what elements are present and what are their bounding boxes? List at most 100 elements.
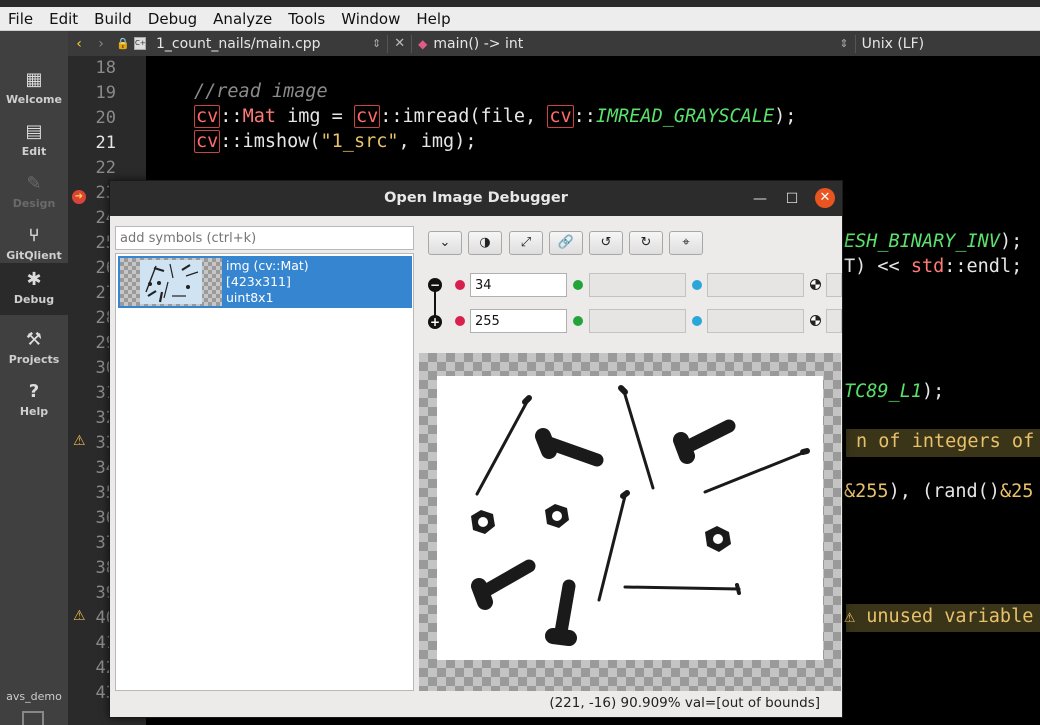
min-green-input[interactable] — [589, 273, 686, 297]
code-line-20: cv::Mat img = cv::imread(file, cv::IMREA… — [194, 105, 797, 128]
min-alpha-input[interactable] — [826, 273, 842, 297]
rotate-left-button[interactable]: ↺ — [589, 231, 623, 255]
code-token: ); — [921, 381, 945, 402]
pencil-icon: ✎ — [26, 173, 42, 194]
mode-debug[interactable]: ✱ Debug — [0, 263, 68, 315]
thumbnail-image — [140, 260, 202, 304]
mode-design[interactable]: ✎ Design — [0, 167, 68, 219]
min-blue-input[interactable] — [707, 273, 804, 297]
max-alpha-input[interactable] — [826, 309, 842, 333]
link-button[interactable]: 🔗 — [549, 231, 583, 255]
mode-projects[interactable]: ⚒ Projects — [0, 323, 68, 375]
mode-sidebar: ▦ Welcome ▤ Edit ✎ Design ⑂ GitQlient ✱ … — [0, 31, 68, 725]
symbol-list-item[interactable]: img (cv::Mat) [423x311] uint8x1 — [118, 256, 412, 308]
cpp-file-icon: C++ — [134, 37, 152, 50]
project-selector-label[interactable]: avs_demo — [0, 690, 68, 703]
code-token: "1_src" — [320, 131, 399, 152]
code-line-25-tail: ESH_BINARY_INV); — [844, 231, 1022, 252]
mode-welcome-label: Welcome — [6, 93, 62, 106]
toolbar-divider — [411, 34, 413, 53]
menu-file[interactable]: File — [0, 10, 41, 28]
increase-contrast-icon[interactable]: + — [428, 315, 442, 329]
minimize-icon[interactable]: — — [750, 189, 770, 209]
dialog-title: Open Image Debugger — [110, 181, 842, 216]
file-switch-icon[interactable]: ⇕ — [372, 37, 381, 50]
line-number: 20 — [95, 108, 116, 128]
go-forward-icon[interactable]: › — [90, 36, 112, 52]
max-blue-input[interactable] — [707, 309, 804, 333]
close-icon[interactable]: ✕ — [815, 188, 835, 208]
lock-icon: 🔒 — [116, 37, 130, 50]
code-token: , img); — [398, 131, 477, 152]
symbol-list[interactable]: img (cv::Mat) [423x311] uint8x1 — [115, 253, 414, 691]
symbol-thumbnail — [120, 258, 222, 306]
menu-edit[interactable]: Edit — [41, 10, 86, 28]
mode-help-label: Help — [19, 405, 49, 418]
document-icon: ▤ — [25, 121, 43, 142]
collapse-button[interactable]: ⌄ — [428, 231, 462, 255]
mode-gitqlient-label: GitQlient — [6, 249, 62, 262]
red-channel-icon — [455, 280, 465, 290]
rotate-right-button[interactable]: ↻ — [629, 231, 663, 255]
toolbar-divider — [387, 34, 389, 53]
code-token: &25 — [999, 481, 1034, 502]
add-symbols-input[interactable] — [115, 226, 414, 250]
symbol-name: img (cv::Mat) — [226, 258, 309, 273]
menu-window[interactable]: Window — [333, 10, 408, 28]
grid-icon: ▦ — [25, 69, 43, 90]
code-token: cv — [194, 130, 221, 153]
mode-edit[interactable]: ▤ Edit — [0, 115, 68, 167]
line-number: 22 — [95, 158, 116, 178]
line-number: 19 — [95, 83, 116, 103]
image-canvas[interactable] — [419, 353, 841, 691]
code-token: cv — [194, 105, 221, 128]
code-token: IMREAD_GRAYSCALE — [595, 106, 775, 127]
fit-button[interactable]: ⤢ — [509, 231, 543, 255]
code-token: ); — [774, 106, 797, 127]
go-back-icon[interactable]: ‹ — [68, 36, 90, 52]
line-ending-selector[interactable]: Unix (LF) — [862, 36, 925, 52]
current-function[interactable]: main() -> int — [433, 36, 833, 52]
question-icon: ? — [28, 381, 40, 402]
maximize-icon[interactable]: ☐ — [782, 189, 802, 209]
monitor-icon[interactable] — [22, 711, 44, 725]
menu-build[interactable]: Build — [86, 10, 140, 28]
warning-annotation[interactable]: ⚠ unused variable — [844, 606, 1033, 627]
symbol-type: uint8x1 — [226, 290, 274, 305]
code-token: std — [910, 256, 945, 277]
max-green-input[interactable] — [589, 309, 686, 333]
code-token: &255 — [844, 481, 889, 502]
open-file-name[interactable]: 1_count_nails/main.cpp — [156, 36, 366, 52]
mode-welcome[interactable]: ▦ Welcome — [0, 63, 68, 115]
code-token: ESH_BINARY_INV — [844, 231, 1000, 252]
symbol-info: img (cv::Mat) [423x311] uint8x1 — [226, 258, 309, 306]
mode-design-label: Design — [12, 197, 56, 210]
max-red-input[interactable] — [470, 309, 567, 333]
code-token: ), (rand() — [888, 481, 1000, 502]
toolbar-divider — [854, 34, 856, 53]
code-token: T) << — [844, 256, 911, 277]
menu-tools[interactable]: Tools — [280, 10, 333, 28]
green-channel-icon — [573, 280, 583, 290]
code-line-19: //read image — [194, 81, 328, 102]
window-top-strip — [0, 0, 1040, 7]
menu-help[interactable]: Help — [408, 10, 458, 28]
blue-channel-icon — [692, 280, 702, 290]
menu-debug[interactable]: Debug — [140, 10, 205, 28]
code-line-35-tail: &255), (rand()&25 — [844, 481, 1033, 502]
close-file-icon[interactable]: ✕ — [394, 36, 405, 51]
code-token: Mat — [242, 106, 276, 127]
alpha-channel-icon — [810, 279, 821, 290]
go-to-pixel-button[interactable]: ⌖ — [669, 231, 703, 255]
editor-toolbar: ‹ › 🔒 C++ 1_count_nails/main.cpp ⇕ ✕ ◆ m… — [68, 31, 1040, 56]
contrast-button[interactable]: ◑ — [468, 231, 502, 255]
status-readout: (221, -16) 90.909% val=[out of bounds] — [549, 695, 820, 711]
menu-analyze[interactable]: Analyze — [205, 10, 280, 28]
mode-edit-label: Edit — [21, 145, 47, 158]
code-token: TC89_L1 — [844, 381, 922, 402]
image-debugger-dialog: Open Image Debugger — ☐ ✕ add symbols (c… — [109, 180, 843, 718]
mode-help[interactable]: ? Help — [0, 375, 68, 427]
code-token: :: — [220, 106, 243, 127]
min-red-input[interactable] — [470, 273, 567, 297]
function-switch-icon[interactable]: ⇕ — [839, 37, 848, 50]
